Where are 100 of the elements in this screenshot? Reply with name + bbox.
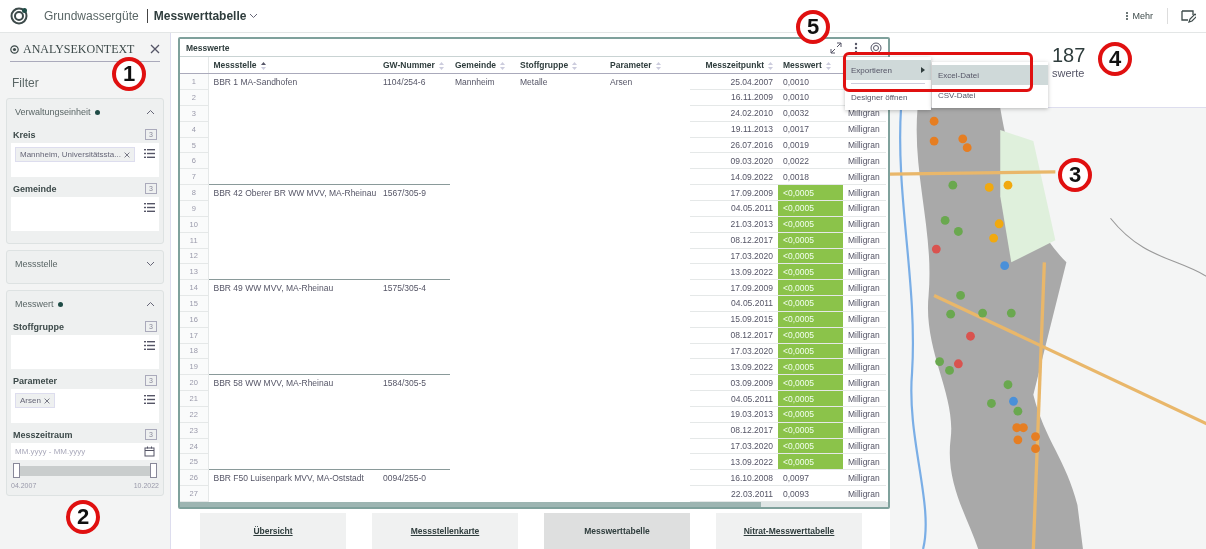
map-drawing[interactable] bbox=[890, 108, 1206, 549]
table-cell: Milligran bbox=[843, 358, 886, 375]
nav-tab[interactable]: Übersicht bbox=[200, 513, 346, 549]
target-logo-icon bbox=[10, 7, 28, 25]
sort-icon[interactable] bbox=[260, 61, 266, 70]
table-cell: Milligran bbox=[843, 422, 886, 439]
column-header[interactable]: Messstelle bbox=[208, 57, 378, 74]
table-cell: 26.07.2016 bbox=[690, 137, 778, 153]
table-cell: Arsen bbox=[605, 73, 690, 90]
section-header[interactable]: Verwaltungseinheit bbox=[11, 99, 159, 125]
nav-tab[interactable]: Messwerttabelle bbox=[544, 513, 690, 549]
close-icon[interactable] bbox=[43, 397, 50, 404]
select-field[interactable] bbox=[11, 335, 159, 369]
table-cell: Milligran bbox=[843, 216, 886, 233]
select-field[interactable] bbox=[11, 197, 159, 231]
nav-tab[interactable]: Nitrat-Messwerttabelle bbox=[716, 513, 862, 549]
table-cell: Milligran bbox=[843, 327, 886, 344]
table-cell: 0,0010 bbox=[778, 73, 843, 90]
table-cell: Milligran bbox=[843, 184, 886, 201]
table-cell: BBR 49 WW MVV, MA-Rheinau bbox=[208, 279, 378, 296]
table-cell: BBR 42 Oberer BR WW MVV, MA-Rheinau bbox=[208, 184, 378, 201]
select-field[interactable]: Mannheim, Universitätssta... bbox=[11, 143, 159, 177]
filter-heading: Filter bbox=[12, 76, 39, 90]
table-cell: 0,0010 bbox=[778, 89, 843, 106]
table-cell: 14.09.2022 bbox=[690, 168, 778, 185]
target-icon[interactable] bbox=[870, 41, 882, 54]
view-dropdown[interactable]: Messwerttabelle bbox=[153, 9, 259, 23]
close-icon[interactable] bbox=[123, 151, 130, 158]
table-cell: Metalle bbox=[515, 73, 605, 90]
table-cell: 0094/255-0 bbox=[378, 469, 450, 486]
table-cell: Milligran bbox=[843, 121, 886, 138]
chevron-icon bbox=[249, 13, 259, 19]
table-cell: 16.10.2008 bbox=[690, 469, 778, 486]
menu-item[interactable]: Excel-Datei bbox=[932, 65, 1048, 85]
date-range-input[interactable]: MM.yyyy - MM.yyyy bbox=[11, 443, 144, 460]
table-cell: Milligran bbox=[843, 152, 886, 169]
field-label: Parameter bbox=[13, 375, 58, 386]
more-button[interactable]: Mehr bbox=[1122, 9, 1157, 23]
filter-chip[interactable]: Mannheim, Universitätssta... bbox=[15, 147, 135, 162]
field-label: Gemeinde bbox=[13, 183, 57, 194]
table-cell: Milligran bbox=[843, 311, 886, 328]
table-cell: Milligran bbox=[843, 438, 886, 454]
select-field[interactable]: Arsen bbox=[11, 389, 159, 423]
panel-title: Messwerte bbox=[186, 42, 230, 53]
table-cell: Milligran bbox=[843, 295, 886, 312]
column-header[interactable]: Gemeinde bbox=[450, 57, 515, 74]
table-cell: 25.04.2007 bbox=[690, 73, 778, 90]
field-label: Messzeitraum bbox=[13, 429, 73, 440]
field-label: Stoffgruppe bbox=[13, 321, 64, 332]
target-icon bbox=[10, 44, 19, 54]
more-icon bbox=[1126, 12, 1129, 20]
menu-item[interactable]: Exportieren bbox=[845, 60, 931, 80]
table-cell: 0,0097 bbox=[778, 469, 843, 486]
table-cell: 19.11.2013 bbox=[690, 121, 778, 138]
table-cell: Mannheim bbox=[450, 73, 515, 90]
table-cell: Milligran bbox=[843, 469, 886, 486]
section-header[interactable]: Messwert bbox=[11, 291, 159, 317]
submenu-arrow-icon bbox=[921, 67, 925, 73]
range-slider[interactable] bbox=[13, 466, 157, 476]
table-cell: 0,0093 bbox=[778, 485, 843, 502]
section-header[interactable]: Messstelle bbox=[11, 251, 159, 277]
chevron-icon bbox=[146, 261, 155, 267]
column-header[interactable]: Messzeitpunkt bbox=[690, 57, 778, 74]
callout-number: 4 bbox=[1098, 42, 1132, 76]
nav-tab[interactable]: Messstellenkarte bbox=[372, 513, 518, 549]
list-icon[interactable] bbox=[144, 395, 155, 404]
table-cell: Milligran bbox=[843, 453, 886, 470]
column-header[interactable]: Parameter bbox=[605, 57, 690, 74]
table-cell: BBR 1 MA-Sandhofen bbox=[208, 73, 378, 90]
list-icon[interactable] bbox=[144, 203, 155, 212]
table-cell: 09.03.2020 bbox=[690, 152, 778, 169]
kpi-label: swerte bbox=[1052, 67, 1086, 79]
table-cell: Milligran bbox=[843, 390, 886, 407]
filter-chip[interactable]: Arsen bbox=[15, 393, 55, 408]
expand-icon[interactable] bbox=[830, 41, 842, 54]
table-cell: 22.03.2011 bbox=[690, 485, 778, 502]
calendar-icon[interactable] bbox=[144, 443, 159, 460]
table-cell: 0,0022 bbox=[778, 152, 843, 169]
table-cell: Milligran bbox=[843, 137, 886, 153]
table-cell: Milligran bbox=[843, 263, 886, 280]
field-label: Kreis bbox=[13, 129, 36, 140]
table-cell: BBR F50 Luisenpark MVV, MA-Oststadt bbox=[208, 469, 378, 486]
column-header[interactable]: Messwert bbox=[778, 57, 843, 74]
table-cell: Milligran bbox=[843, 485, 886, 502]
table-cell: BBR 58 WW MVV, MA-Rheinau bbox=[208, 374, 378, 391]
list-icon[interactable] bbox=[144, 149, 155, 158]
table-cell: Milligran bbox=[843, 343, 886, 359]
column-header[interactable]: Stoffgruppe bbox=[515, 57, 605, 74]
table-cell: 1575/305-4 bbox=[378, 279, 450, 296]
table-cell: Milligran bbox=[843, 200, 886, 217]
table-cell: Milligran bbox=[843, 248, 886, 264]
edit-icon[interactable] bbox=[1167, 8, 1196, 24]
callout-number: 5 bbox=[796, 10, 830, 44]
list-icon[interactable] bbox=[144, 341, 155, 350]
column-header[interactable]: GW-Nummer bbox=[378, 57, 450, 74]
table-cell: 1567/305-9 bbox=[378, 184, 450, 201]
close-icon[interactable] bbox=[150, 44, 160, 54]
chevron-icon bbox=[146, 109, 155, 115]
kpi-value: 187 bbox=[1052, 44, 1086, 67]
table-cell: Milligran bbox=[843, 168, 886, 185]
